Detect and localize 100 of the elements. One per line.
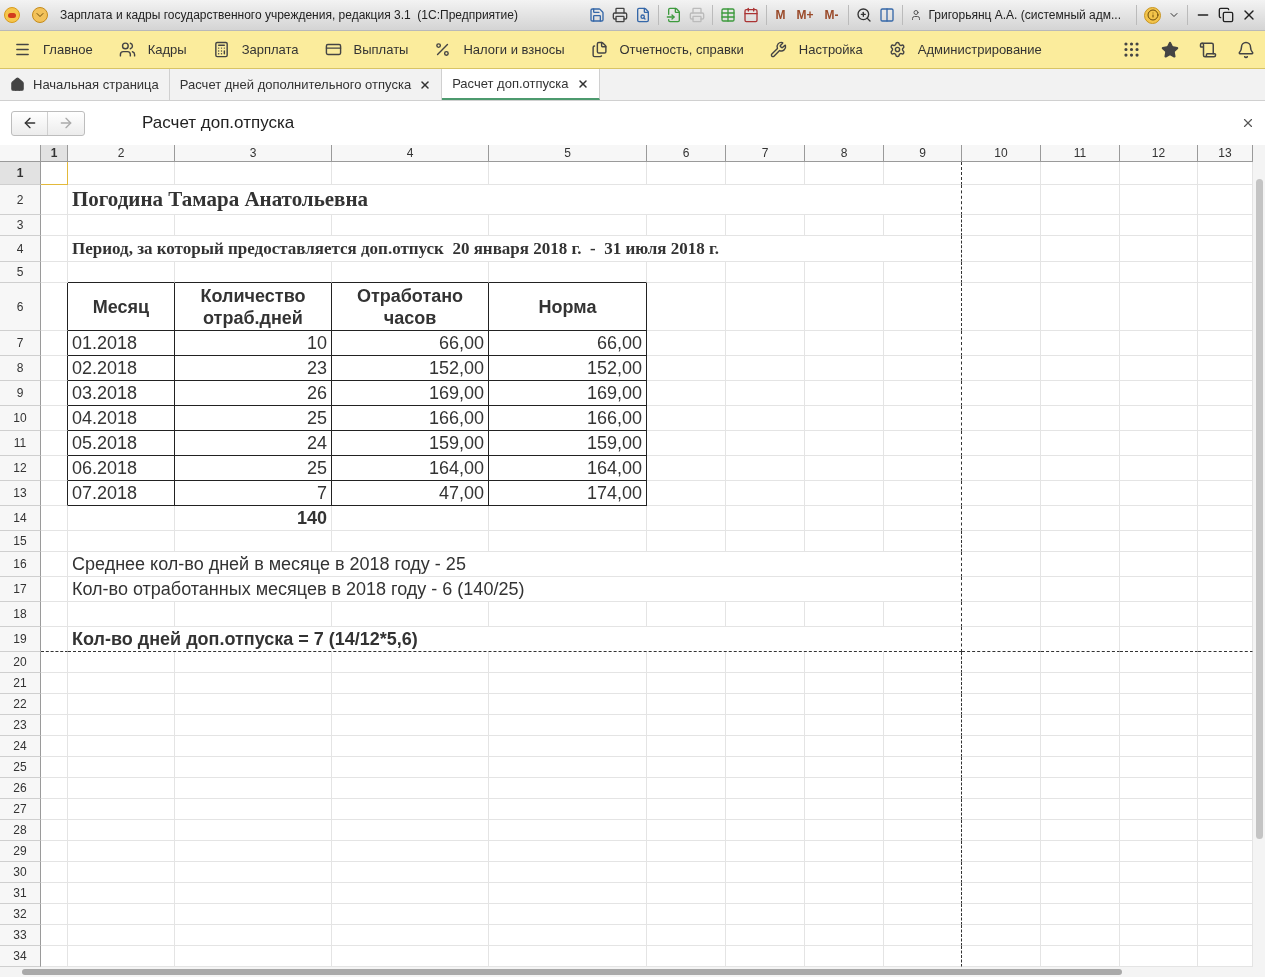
- employee-name: Погодина Тамара Анатольевна: [68, 185, 962, 215]
- table-cell: 7: [175, 481, 332, 506]
- table-cell: 23: [175, 356, 332, 381]
- column-header[interactable]: 10: [962, 145, 1041, 162]
- note-text: Кол-во отработанных месяцев в 2018 году - 6 (140/25): [68, 577, 962, 602]
- memory-button[interactable]: M: [773, 6, 788, 24]
- row-header[interactable]: 3: [0, 215, 41, 236]
- column-header[interactable]: 4: [332, 145, 489, 162]
- column-header: Месяц: [68, 283, 175, 331]
- table-cell: 159,00: [489, 431, 647, 456]
- table-cell: 166,00: [332, 406, 489, 431]
- menu-item[interactable]: Отчетность, справки: [619, 39, 744, 60]
- column-header[interactable]: 12: [1120, 145, 1198, 162]
- table-cell: 66,00: [489, 331, 647, 356]
- row-header[interactable]: 34: [0, 946, 41, 967]
- column-header[interactable]: 7: [726, 145, 805, 162]
- row-header[interactable]: 20: [0, 652, 41, 673]
- table-cell: 04.2018: [68, 406, 175, 431]
- tab[interactable]: Расчет доп.отпуска: [442, 69, 600, 100]
- row-header[interactable]: 2: [0, 185, 41, 215]
- row-header[interactable]: 16: [0, 552, 41, 577]
- row-header[interactable]: 5: [0, 262, 41, 283]
- column-header: Отработано часов: [332, 283, 489, 331]
- row-header[interactable]: 21: [0, 673, 41, 694]
- column-header[interactable]: 3: [175, 145, 332, 162]
- memory-button[interactable]: M-: [822, 6, 841, 24]
- table-cell: 06.2018: [68, 456, 175, 481]
- row-header[interactable]: 7: [0, 331, 41, 356]
- row-header[interactable]: 28: [0, 820, 41, 841]
- column-header[interactable]: 2: [68, 145, 175, 162]
- column-header[interactable]: 6: [647, 145, 726, 162]
- column-header[interactable]: 8: [805, 145, 884, 162]
- table-cell: 164,00: [489, 456, 647, 481]
- row-header[interactable]: 22: [0, 694, 41, 715]
- menu-item[interactable]: Администрирование: [917, 39, 1042, 60]
- row-header[interactable]: 8: [0, 356, 41, 381]
- column-header[interactable]: 13: [1198, 145, 1253, 162]
- menu-item[interactable]: Выплаты: [353, 39, 409, 60]
- row-header[interactable]: 13: [0, 481, 41, 506]
- table-cell: 66,00: [332, 331, 489, 356]
- note-text: Среднее кол-во дней в месяце в 2018 году - 25: [68, 552, 962, 577]
- user-name[interactable]: Григорьянц А.А. (системный адм...: [928, 6, 1121, 24]
- table-cell: 24: [175, 431, 332, 456]
- table-cell: 07.2018: [68, 481, 175, 506]
- row-header[interactable]: 19: [0, 627, 41, 652]
- row-header[interactable]: 1: [0, 162, 41, 185]
- column-header: Количество отраб.дней: [175, 283, 332, 331]
- menu-item[interactable]: Налоги и взносы: [463, 39, 565, 60]
- row-header[interactable]: 23: [0, 715, 41, 736]
- table-cell: 164,00: [332, 456, 489, 481]
- row-header[interactable]: 15: [0, 531, 41, 552]
- row-header[interactable]: 4: [0, 236, 41, 262]
- row-header[interactable]: 29: [0, 841, 41, 862]
- table-cell: 152,00: [332, 356, 489, 381]
- table-cell: 25: [175, 456, 332, 481]
- result-text: Кол-во дней доп.отпуска = 7 (14/12*5,6): [68, 627, 962, 652]
- row-header[interactable]: 31: [0, 883, 41, 904]
- table-cell: 152,00: [489, 356, 647, 381]
- row-header[interactable]: 33: [0, 925, 41, 946]
- row-header[interactable]: 11: [0, 431, 41, 456]
- row-header[interactable]: 6: [0, 283, 41, 331]
- column-header[interactable]: 11: [1041, 145, 1120, 162]
- table-cell: 174,00: [489, 481, 647, 506]
- row-header[interactable]: 17: [0, 577, 41, 602]
- tab-label: Расчет доп.отпуска: [452, 74, 569, 93]
- row-header[interactable]: 32: [0, 904, 41, 925]
- menu-item[interactable]: Главное: [43, 39, 93, 60]
- tab[interactable]: Начальная страница: [0, 69, 170, 100]
- column-header[interactable]: 1: [41, 145, 68, 162]
- row-header[interactable]: 30: [0, 862, 41, 883]
- row-header[interactable]: 27: [0, 799, 41, 820]
- tab-label: Расчет дней дополнительного отпуска: [179, 75, 412, 94]
- row-header[interactable]: 25: [0, 757, 41, 778]
- column-header[interactable]: 9: [884, 145, 962, 162]
- row-header[interactable]: 14: [0, 506, 41, 531]
- table-cell: 159,00: [332, 431, 489, 456]
- row-header[interactable]: 18: [0, 602, 41, 627]
- menu-item[interactable]: Настройка: [798, 39, 863, 60]
- window-title: Зарплата и кадры государственного учреждения, редакция 3.1 (1С:Предприятие): [60, 7, 518, 24]
- table-cell: 166,00: [489, 406, 647, 431]
- table-cell: 26: [175, 381, 332, 406]
- row-header[interactable]: 9: [0, 381, 41, 406]
- table-cell: 01.2018: [68, 331, 175, 356]
- row-header[interactable]: 10: [0, 406, 41, 431]
- menu-item[interactable]: Кадры: [147, 39, 187, 60]
- memory-button[interactable]: M+: [794, 6, 816, 24]
- table-cell: 05.2018: [68, 431, 175, 456]
- table-cell: 25: [175, 406, 332, 431]
- row-header[interactable]: 24: [0, 736, 41, 757]
- column-header: Норма: [489, 283, 647, 331]
- period-text: Период, за который предоставляется доп.отпуск 20 января 2018 г. - 31 июля 2018 г.: [68, 236, 962, 262]
- menu-item[interactable]: Зарплата: [241, 39, 299, 60]
- table-cell: 169,00: [489, 381, 647, 406]
- table-cell: 03.2018: [68, 381, 175, 406]
- form-title: Расчет доп.отпуска: [142, 112, 295, 135]
- row-header[interactable]: 26: [0, 778, 41, 799]
- total-cell: 140: [175, 506, 332, 531]
- column-header[interactable]: 5: [489, 145, 647, 162]
- table-cell: 169,00: [332, 381, 489, 406]
- row-header[interactable]: 12: [0, 456, 41, 481]
